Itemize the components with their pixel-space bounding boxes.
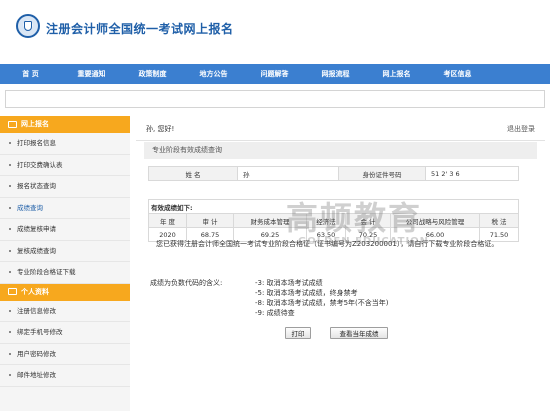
sidebar-item-edit-password[interactable]: 用户密码修改 bbox=[0, 344, 130, 365]
column-header-year: 年 度 bbox=[148, 213, 187, 228]
id-value: 51 2' 3 6 bbox=[425, 166, 519, 181]
sidebar-item-review-query[interactable]: 复核成绩查询 bbox=[0, 241, 130, 262]
table-row: 姓 名 孙 身份证件号码 51 2' 3 6 bbox=[148, 166, 519, 181]
nav-item-exam-areas[interactable]: 考区信息 bbox=[427, 64, 488, 84]
nav-item-home[interactable]: 首 页 bbox=[0, 64, 61, 84]
nav-item-local-announcements[interactable]: 地方公告 bbox=[183, 64, 244, 84]
sidebar-item-print-info[interactable]: 打印报名信息 bbox=[0, 133, 130, 155]
sidebar-section-profile: 个人资料 bbox=[0, 283, 130, 301]
candidate-info-table: 姓 名 孙 身份证件号码 51 2' 3 6 bbox=[148, 166, 519, 181]
certificate-notice: 您已获得注册会计师全国统一考试专业阶段合格证（证书编号为Z203200001），… bbox=[156, 240, 499, 248]
sidebar-item-score-query[interactable]: 成绩查询 bbox=[0, 198, 130, 219]
column-header-financial-management: 财务成本管理 bbox=[233, 213, 307, 228]
column-header-economic-law: 经济法 bbox=[306, 213, 346, 228]
site-title: 注册会计师全国统一考试网上报名 bbox=[46, 22, 234, 36]
sidebar-section-registration: 网上报名 bbox=[0, 116, 130, 133]
sidebar-item-print-payment[interactable]: 打印交费确认表 bbox=[0, 155, 130, 176]
blank-bar bbox=[5, 90, 545, 108]
sidebar-section-title: 网上报名 bbox=[21, 120, 49, 128]
nav-item-policies[interactable]: 政策制度 bbox=[122, 64, 183, 84]
name-value: 孙 bbox=[237, 166, 339, 181]
main-top-bar: 孙, 您好! 退出登录 bbox=[136, 116, 545, 141]
column-header-audit: 审 计 bbox=[186, 213, 234, 228]
legend-label: 成绩为负数代码的含义: bbox=[150, 279, 223, 287]
name-label: 姓 名 bbox=[148, 166, 238, 181]
list-item: -3: 取消本场考试成绩 bbox=[255, 279, 323, 287]
sidebar-section-title: 个人资料 bbox=[21, 287, 49, 296]
column-header-tax: 税 法 bbox=[479, 213, 519, 228]
sidebar-item-edit-phone[interactable]: 绑定手机号修改 bbox=[0, 322, 130, 344]
sidebar-list-registration: 打印报名信息 打印交费确认表 报名状态查询 成绩查询 成绩复核申请 复核成绩查询… bbox=[0, 133, 130, 284]
table-caption-row: 有效成绩如下: bbox=[148, 199, 519, 214]
monitor-icon bbox=[8, 120, 17, 128]
sidebar: 网上报名 打印报名信息 打印交费确认表 报名状态查询 成绩查询 成绩复核申请 复… bbox=[0, 116, 130, 411]
section-title: 专业阶段有效成绩查询 bbox=[144, 142, 537, 159]
list-item: -8: 取消本场考试成绩，禁考5年(不含当年) bbox=[255, 299, 389, 307]
list-item: -5: 取消本场考试成绩，终身禁考 bbox=[255, 289, 358, 297]
header: 注册会计师全国统一考试网上报名 bbox=[0, 0, 550, 64]
print-button[interactable]: 打印 bbox=[285, 327, 311, 339]
table-header-row: 年 度 审 计 财务成本管理 经济法 会 计 公司战略与风险管理 税 法 bbox=[148, 213, 519, 228]
logout-link[interactable]: 退出登录 bbox=[507, 124, 535, 134]
list-item: -9: 成绩待查 bbox=[255, 309, 295, 317]
sidebar-list-profile: 注册信息修改 绑定手机号修改 用户密码修改 邮件地址修改 bbox=[0, 301, 130, 387]
nav-item-registration[interactable]: 网上报名 bbox=[366, 64, 427, 84]
main-nav: 首 页 重要通知 政策制度 地方公告 问题解答 网报流程 网上报名 考区信息 bbox=[0, 64, 550, 84]
main-panel: 孙, 您好! 退出登录 专业阶段有效成绩查询 bbox=[136, 116, 545, 411]
view-year-scores-button[interactable]: 查看当年成绩 bbox=[330, 327, 388, 339]
sidebar-item-edit-registration[interactable]: 注册信息修改 bbox=[0, 301, 130, 322]
nav-item-faq[interactable]: 问题解答 bbox=[244, 64, 305, 84]
column-header-strategy: 公司战略与风险管理 bbox=[390, 213, 480, 228]
sidebar-item-review-apply[interactable]: 成绩复核申请 bbox=[0, 219, 130, 241]
sidebar-item-certificate-download[interactable]: 专业阶段合格证下载 bbox=[0, 262, 130, 284]
greeting: 孙, 您好! bbox=[146, 125, 175, 133]
column-header-accounting: 会 计 bbox=[345, 213, 391, 228]
scores-caption: 有效成绩如下: bbox=[148, 199, 519, 214]
code-list: -3: 取消本场考试成绩 -5: 取消本场考试成绩，终身禁考 -8: 取消本场考… bbox=[255, 278, 388, 318]
user-icon bbox=[8, 288, 17, 295]
site-logo-icon bbox=[16, 14, 40, 38]
id-label: 身份证件号码 bbox=[338, 166, 426, 181]
nav-item-process[interactable]: 网报流程 bbox=[305, 64, 366, 84]
sidebar-item-edit-email[interactable]: 邮件地址修改 bbox=[0, 365, 130, 387]
scores-table: 有效成绩如下: 年 度 审 计 财务成本管理 经济法 会 计 公司战略与风险管理… bbox=[148, 199, 519, 242]
sidebar-item-status[interactable]: 报名状态查询 bbox=[0, 176, 130, 198]
nav-item-notices[interactable]: 重要通知 bbox=[61, 64, 122, 84]
